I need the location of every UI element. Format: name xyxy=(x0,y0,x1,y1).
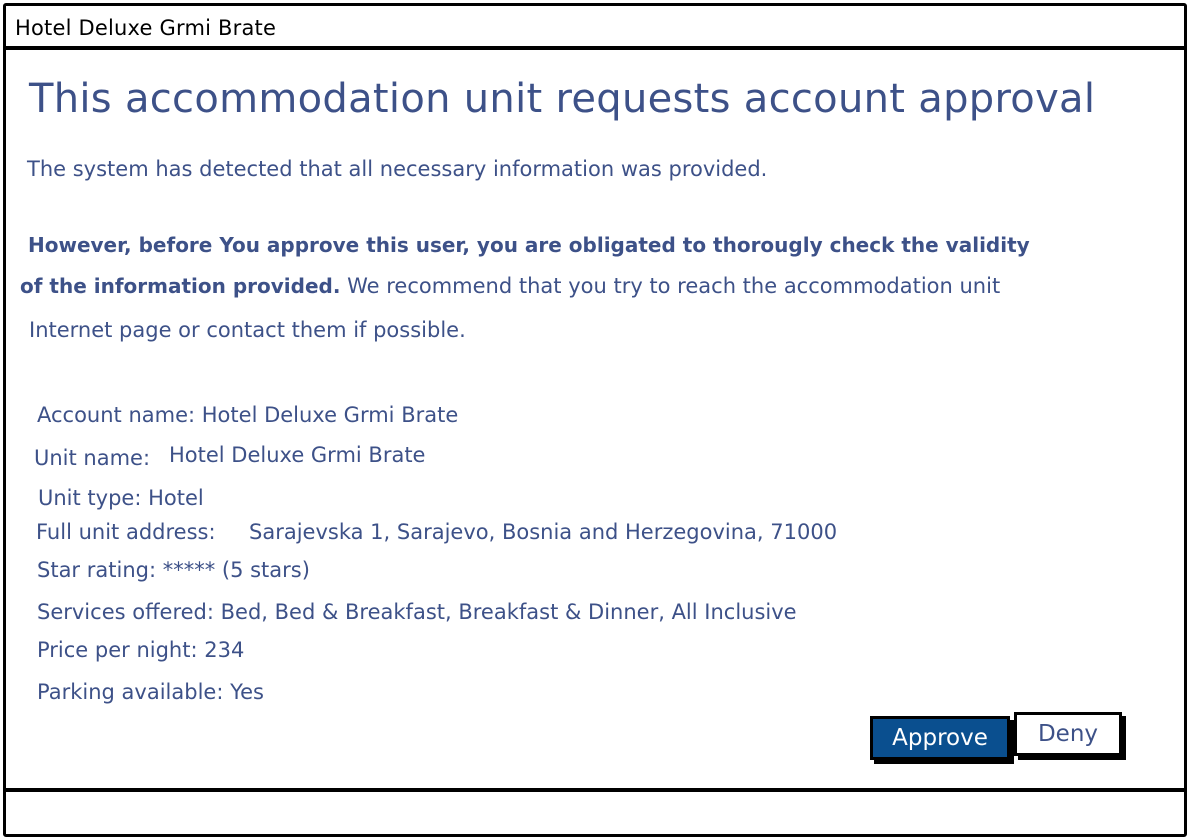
approve-button[interactable]: Approve xyxy=(870,716,1010,760)
window-title: Hotel Deluxe Grmi Brate xyxy=(15,16,277,40)
page-title: This accommodation unit requests account… xyxy=(29,76,1096,122)
warning-line2: of the information provided. We recommen… xyxy=(20,274,1000,298)
address-label: Full unit address: xyxy=(36,520,216,544)
warning-rest-line2: We recommend that you try to reach the a… xyxy=(340,274,1001,298)
unit-type: Unit type: Hotel xyxy=(38,486,204,510)
app-window: Hotel Deluxe Grmi Brate This accommodati… xyxy=(3,3,1187,837)
account-name: Account name: Hotel Deluxe Grmi Brate xyxy=(37,403,459,427)
unit-name-label: Unit name: xyxy=(34,446,151,470)
deny-button[interactable]: Deny xyxy=(1014,712,1122,756)
warning-bold-line2: of the information provided. xyxy=(20,274,341,298)
services-offered: Services offered: Bed, Bed & Breakfast, … xyxy=(37,600,797,624)
price-per-night: Price per night: 234 xyxy=(37,638,245,662)
status-bar xyxy=(6,788,1184,834)
unit-name-value: Hotel Deluxe Grmi Brate xyxy=(169,443,426,467)
title-bar: Hotel Deluxe Grmi Brate xyxy=(6,6,1184,50)
warning-line3: Internet page or contact them if possibl… xyxy=(29,318,466,342)
parking-available: Parking available: Yes xyxy=(37,680,264,704)
address-value: Sarajevska 1, Sarajevo, Bosnia and Herze… xyxy=(249,520,838,544)
star-rating: Star rating: ***** (5 stars) xyxy=(37,558,310,582)
warning-bold-line1: However, before You approve this user, y… xyxy=(28,233,1030,257)
detected-text: The system has detected that all necessa… xyxy=(27,157,768,181)
